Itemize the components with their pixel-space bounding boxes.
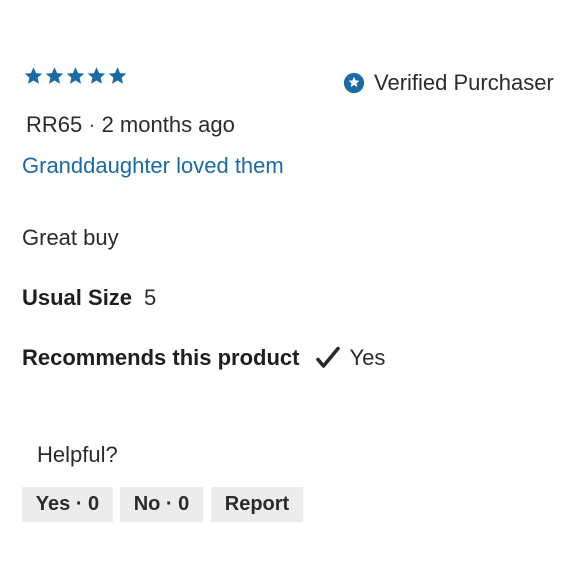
author-name: RR65 [26,112,83,137]
meta-separator: · [88,112,96,137]
verified-label: Verified Purchaser [374,70,554,95]
recommends-label: Recommends this product [22,345,300,370]
star-icon [44,66,65,86]
review-body: Great buy [22,225,119,250]
star-icon [107,66,128,86]
usual-size-row: Usual Size 5 [22,285,156,311]
star-icon [65,66,86,86]
review-meta: RR65 · 2 months ago [26,112,235,138]
helpful-no-button[interactable]: No · 0 [120,487,203,522]
star-icon [23,66,44,86]
star-icon [86,66,107,86]
usual-size-label: Usual Size [22,285,133,310]
helpful-yes-button[interactable]: Yes · 0 [22,487,113,522]
verified-purchaser-badge: Verified Purchaser [343,70,554,96]
review-date: 2 months ago [101,112,235,137]
usual-size-value: 5 [144,285,157,310]
recommends-row: Recommends this product Yes [22,345,385,371]
star-rating [23,66,128,86]
report-button[interactable]: Report [211,487,303,522]
helpful-prompt: Helpful? [37,442,118,467]
review-title: Granddaughter loved them [22,153,284,178]
recommends-value: Yes [349,345,386,370]
checkmark-icon [315,345,341,371]
verified-badge-icon [343,72,365,94]
